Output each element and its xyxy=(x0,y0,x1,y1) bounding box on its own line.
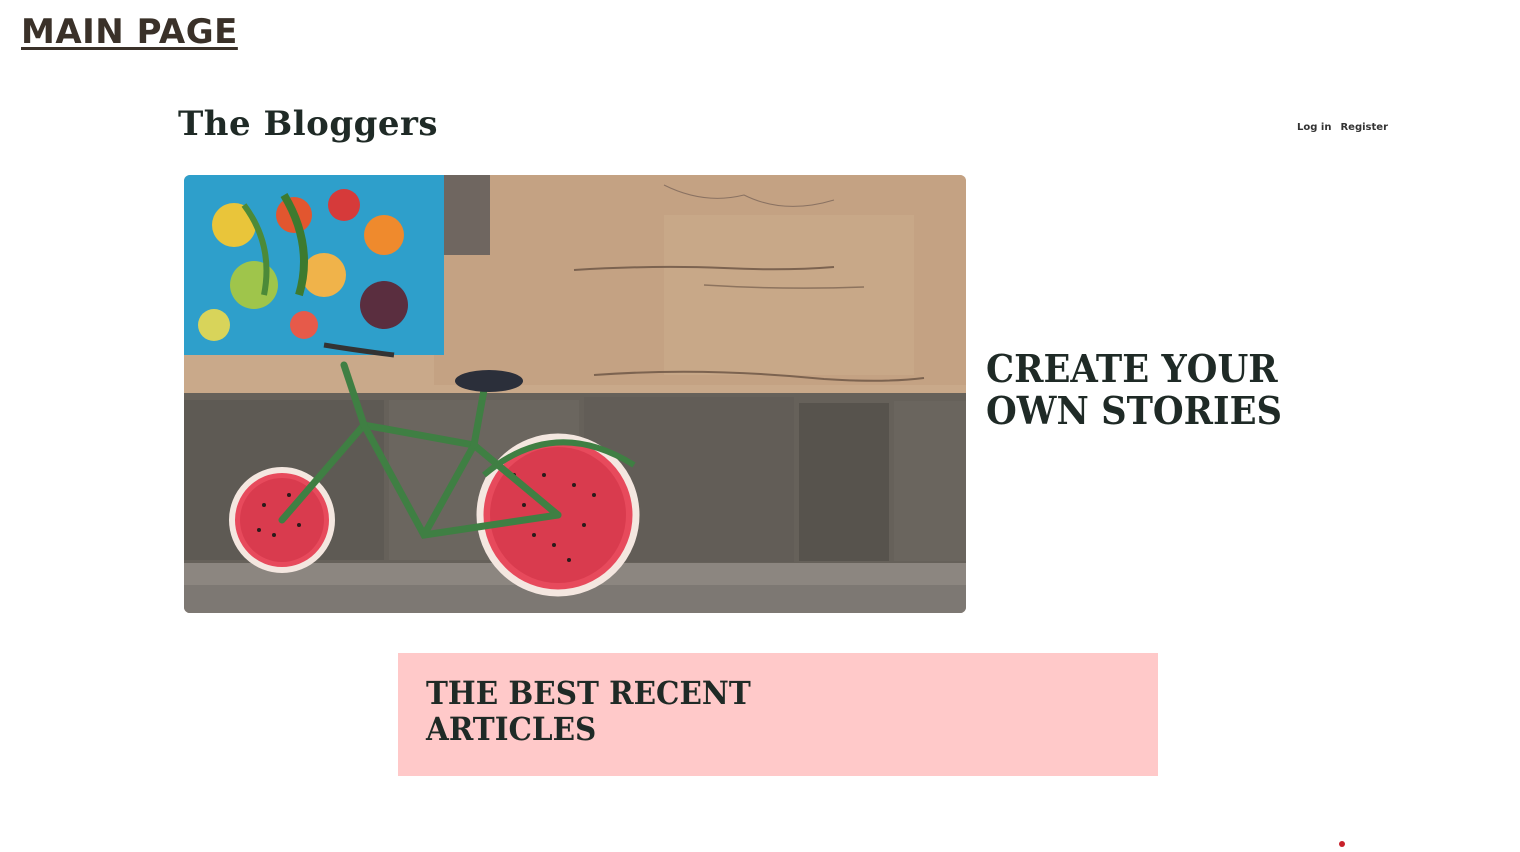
site-title[interactable]: The Bloggers xyxy=(178,104,438,144)
auth-links: Log in Register xyxy=(1297,122,1388,133)
register-link[interactable]: Register xyxy=(1340,122,1388,133)
recent-articles-heading: THE BEST RECENT ARTICLES xyxy=(426,674,751,748)
page-label: MAIN PAGE xyxy=(21,12,238,52)
hero-heading: CREATE YOUR OWN STORIES xyxy=(986,346,1283,433)
recent-articles-banner: THE BEST RECENT ARTICLES xyxy=(398,653,1158,776)
indicator-dot xyxy=(1339,841,1345,847)
login-link[interactable]: Log in xyxy=(1297,122,1331,133)
hero-image xyxy=(184,175,966,613)
